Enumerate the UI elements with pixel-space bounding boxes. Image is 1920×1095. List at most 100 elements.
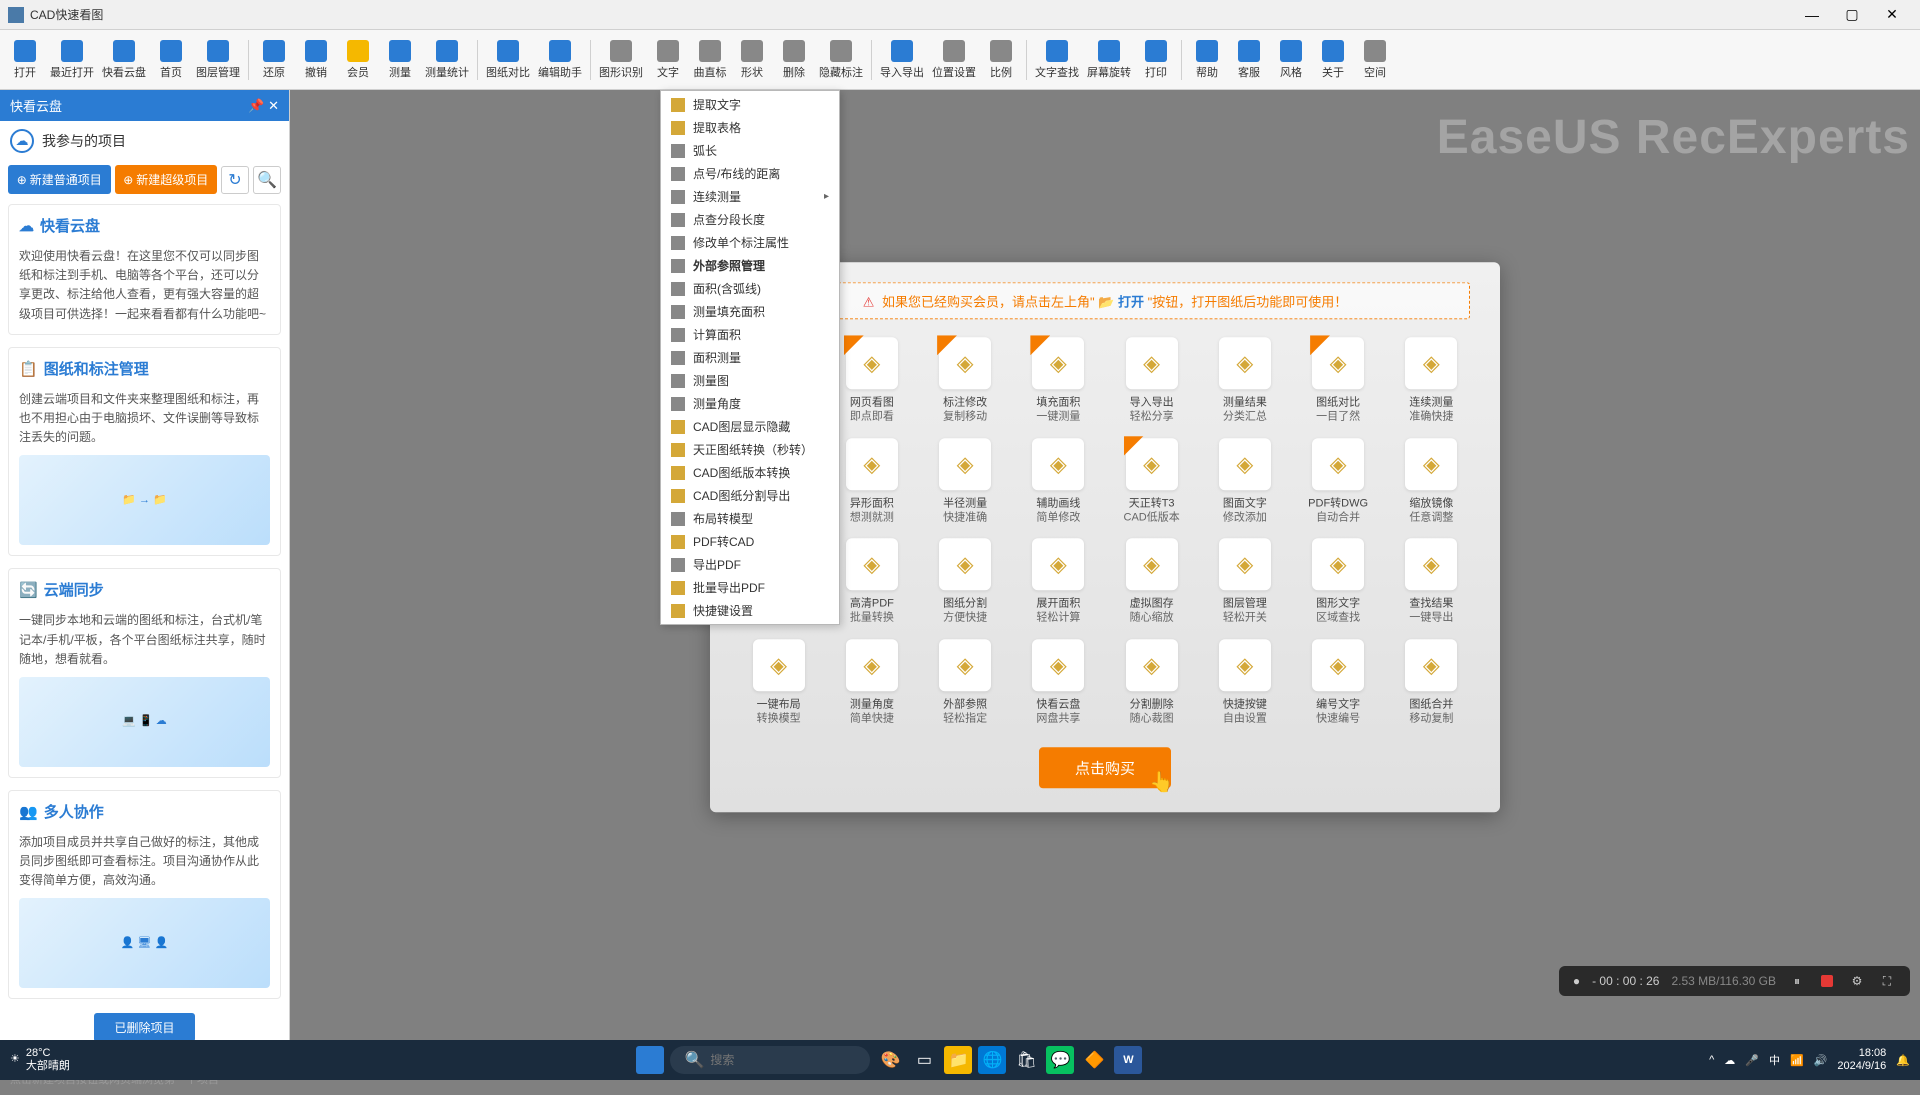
rec-settings-icon[interactable]: ⚙ — [1848, 972, 1866, 990]
feature-分割删除[interactable]: ◈分割删除随心裁图 — [1113, 639, 1190, 726]
minimize-button[interactable]: — — [1792, 1, 1832, 29]
taskbar-app-browser[interactable]: 🔶 — [1080, 1046, 1108, 1074]
menu-item-提取表格[interactable]: 提取表格 — [661, 116, 839, 139]
maximize-button[interactable]: ▢ — [1832, 1, 1872, 29]
menu-item-测量填充面积[interactable]: 测量填充面积 — [661, 300, 839, 323]
menu-item-CAD图纸版本转换[interactable]: CAD图纸版本转换 — [661, 461, 839, 484]
feature-缩放镜像[interactable]: ◈缩放镜像任意调整 — [1393, 438, 1470, 525]
toolbar-首页[interactable]: 首页 — [150, 32, 192, 88]
feature-天正转T3[interactable]: ◈天正转T3CAD低版本 — [1113, 438, 1190, 525]
toolbar-最近打开[interactable]: 最近打开 — [46, 32, 98, 88]
search-input[interactable] — [710, 1053, 865, 1067]
toolbar-导入导出[interactable]: 导入导出 — [876, 32, 928, 88]
menu-item-天正图纸转换（秒转）[interactable]: 天正图纸转换（秒转） — [661, 438, 839, 461]
feature-PDF转DWG[interactable]: ◈PDF转DWG自动合并 — [1300, 438, 1377, 525]
menu-item-测量图[interactable]: 测量图 — [661, 369, 839, 392]
new-super-project-button[interactable]: ⊕新建超级项目 — [115, 165, 218, 194]
feature-虚拟图存[interactable]: ◈虚拟图存随心缩放 — [1113, 538, 1190, 625]
menu-item-CAD图层显示隐藏[interactable]: CAD图层显示隐藏 — [661, 415, 839, 438]
toolbar-帮助[interactable]: 帮助 — [1186, 32, 1228, 88]
toolbar-会员[interactable]: 会员 — [337, 32, 379, 88]
menu-item-连续测量[interactable]: 连续测量▸ — [661, 185, 839, 208]
menu-item-提取文字[interactable]: 提取文字 — [661, 93, 839, 116]
toolbar-还原[interactable]: 还原 — [253, 32, 295, 88]
menu-item-快捷键设置[interactable]: 快捷键设置 — [661, 599, 839, 622]
tray-onedrive-icon[interactable]: ☁ — [1724, 1054, 1735, 1067]
tray-ime[interactable]: 中 — [1769, 1052, 1780, 1068]
weather-widget[interactable]: ☀ 28°C 大部晴朗 — [10, 1047, 70, 1073]
menu-item-计算面积[interactable]: 计算面积 — [661, 323, 839, 346]
start-button[interactable] — [636, 1046, 664, 1074]
taskbar-app-taskview[interactable]: ▭ — [910, 1046, 938, 1074]
toolbar-打印[interactable]: 打印 — [1135, 32, 1177, 88]
feature-网页看图[interactable]: ◈网页看图即点即看 — [833, 337, 910, 424]
tray-notification-icon[interactable]: 🔔 — [1896, 1054, 1910, 1067]
toolbar-客服[interactable]: 客服 — [1228, 32, 1270, 88]
toolbar-空间[interactable]: 空间 — [1354, 32, 1396, 88]
feature-图层管理[interactable]: ◈图层管理轻松开关 — [1206, 538, 1283, 625]
refresh-icon[interactable]: ↻ — [221, 166, 249, 194]
toolbar-测量[interactable]: 测量 — [379, 32, 421, 88]
toolbar-打开[interactable]: 打开 — [4, 32, 46, 88]
feature-快看云盘[interactable]: ◈快看云盘网盘共享 — [1020, 639, 1097, 726]
feature-图面文字[interactable]: ◈图面文字修改添加 — [1206, 438, 1283, 525]
toolbar-屏幕旋转[interactable]: 屏幕旋转 — [1083, 32, 1135, 88]
feature-图形文字[interactable]: ◈图形文字区域查找 — [1300, 538, 1377, 625]
feature-快捷按键[interactable]: ◈快捷按键自由设置 — [1206, 639, 1283, 726]
toolbar-图纸对比[interactable]: 图纸对比 — [482, 32, 534, 88]
feature-测量角度[interactable]: ◈测量角度简单快捷 — [833, 639, 910, 726]
toolbar-撤销[interactable]: 撤销 — [295, 32, 337, 88]
taskbar-app-edge[interactable]: 🌐 — [978, 1046, 1006, 1074]
tray-mic-icon[interactable]: 🎤 — [1745, 1054, 1759, 1067]
toolbar-隐藏标注[interactable]: 隐藏标注 — [815, 32, 867, 88]
feature-一键布局[interactable]: ◈一键布局转换模型 — [740, 639, 817, 726]
taskbar-app-store[interactable]: 🛍 — [1012, 1046, 1040, 1074]
feature-高清PDF[interactable]: ◈高清PDF批量转换 — [833, 538, 910, 625]
menu-item-PDF转CAD[interactable]: PDF转CAD — [661, 530, 839, 553]
feature-导入导出[interactable]: ◈导入导出轻松分享 — [1113, 337, 1190, 424]
toolbar-形状[interactable]: 形状 — [731, 32, 773, 88]
feature-连续测量[interactable]: ◈连续测量准确快捷 — [1393, 337, 1470, 424]
menu-item-批量导出PDF[interactable]: 批量导出PDF — [661, 576, 839, 599]
feature-半径测量[interactable]: ◈半径测量快捷准确 — [927, 438, 1004, 525]
menu-item-外部参照管理[interactable]: 外部参照管理 — [661, 254, 839, 277]
toolbar-文字[interactable]: 文字 — [647, 32, 689, 88]
feature-外部参照[interactable]: ◈外部参照轻松指定 — [927, 639, 1004, 726]
toolbar-编辑助手[interactable]: 编辑助手 — [534, 32, 586, 88]
menu-item-面积(含弧线)[interactable]: 面积(含弧线) — [661, 277, 839, 300]
pin-icon[interactable]: 📌 ✕ — [248, 98, 279, 114]
feature-辅助画线[interactable]: ◈辅助画线简单修改 — [1020, 438, 1097, 525]
menu-item-点查分段长度[interactable]: 点查分段长度 — [661, 208, 839, 231]
toolbar-图形识别[interactable]: 图形识别 — [595, 32, 647, 88]
feature-编号文字[interactable]: ◈编号文字快速编号 — [1300, 639, 1377, 726]
toolbar-测量统计[interactable]: 测量统计 — [421, 32, 473, 88]
clock[interactable]: 18:08 2024/9/16 — [1837, 1047, 1886, 1073]
tray-volume-icon[interactable]: 🔊 — [1814, 1054, 1828, 1067]
stop-button[interactable] — [1818, 972, 1836, 990]
toolbar-删除[interactable]: 删除 — [773, 32, 815, 88]
taskbar-app-word[interactable]: W — [1114, 1046, 1142, 1074]
deleted-projects-button[interactable]: 已删除项目 — [94, 1013, 194, 1042]
menu-item-导出PDF[interactable]: 导出PDF — [661, 553, 839, 576]
tray-wifi-icon[interactable]: 📶 — [1790, 1054, 1804, 1067]
menu-item-测量角度[interactable]: 测量角度 — [661, 392, 839, 415]
pause-button[interactable]: ⏸ — [1788, 972, 1806, 990]
feature-图纸分割[interactable]: ◈图纸分割方便快捷 — [927, 538, 1004, 625]
taskbar-app-wechat[interactable]: 💬 — [1046, 1046, 1074, 1074]
search-icon[interactable]: 🔍 — [253, 166, 281, 194]
feature-测量结果[interactable]: ◈测量结果分类汇总 — [1206, 337, 1283, 424]
toolbar-风格[interactable]: 风格 — [1270, 32, 1312, 88]
menu-item-CAD图纸分割导出[interactable]: CAD图纸分割导出 — [661, 484, 839, 507]
menu-item-修改单个标注属性[interactable]: 修改单个标注属性 — [661, 231, 839, 254]
feature-展开面积[interactable]: ◈展开面积轻松计算 — [1020, 538, 1097, 625]
toolbar-快看云盘[interactable]: 快看云盘 — [98, 32, 150, 88]
feature-图纸对比[interactable]: ◈图纸对比一目了然 — [1300, 337, 1377, 424]
toolbar-比例[interactable]: 比例 — [980, 32, 1022, 88]
toolbar-关于[interactable]: 关于 — [1312, 32, 1354, 88]
tray-chevron-icon[interactable]: ^ — [1709, 1054, 1714, 1066]
new-normal-project-button[interactable]: ⊕新建普通项目 — [8, 165, 111, 194]
toolbar-文字查找[interactable]: 文字查找 — [1031, 32, 1083, 88]
menu-item-点号/布线的距离[interactable]: 点号/布线的距离 — [661, 162, 839, 185]
rec-expand-icon[interactable]: ⛶ — [1878, 972, 1896, 990]
feature-查找结果[interactable]: ◈查找结果一键导出 — [1393, 538, 1470, 625]
